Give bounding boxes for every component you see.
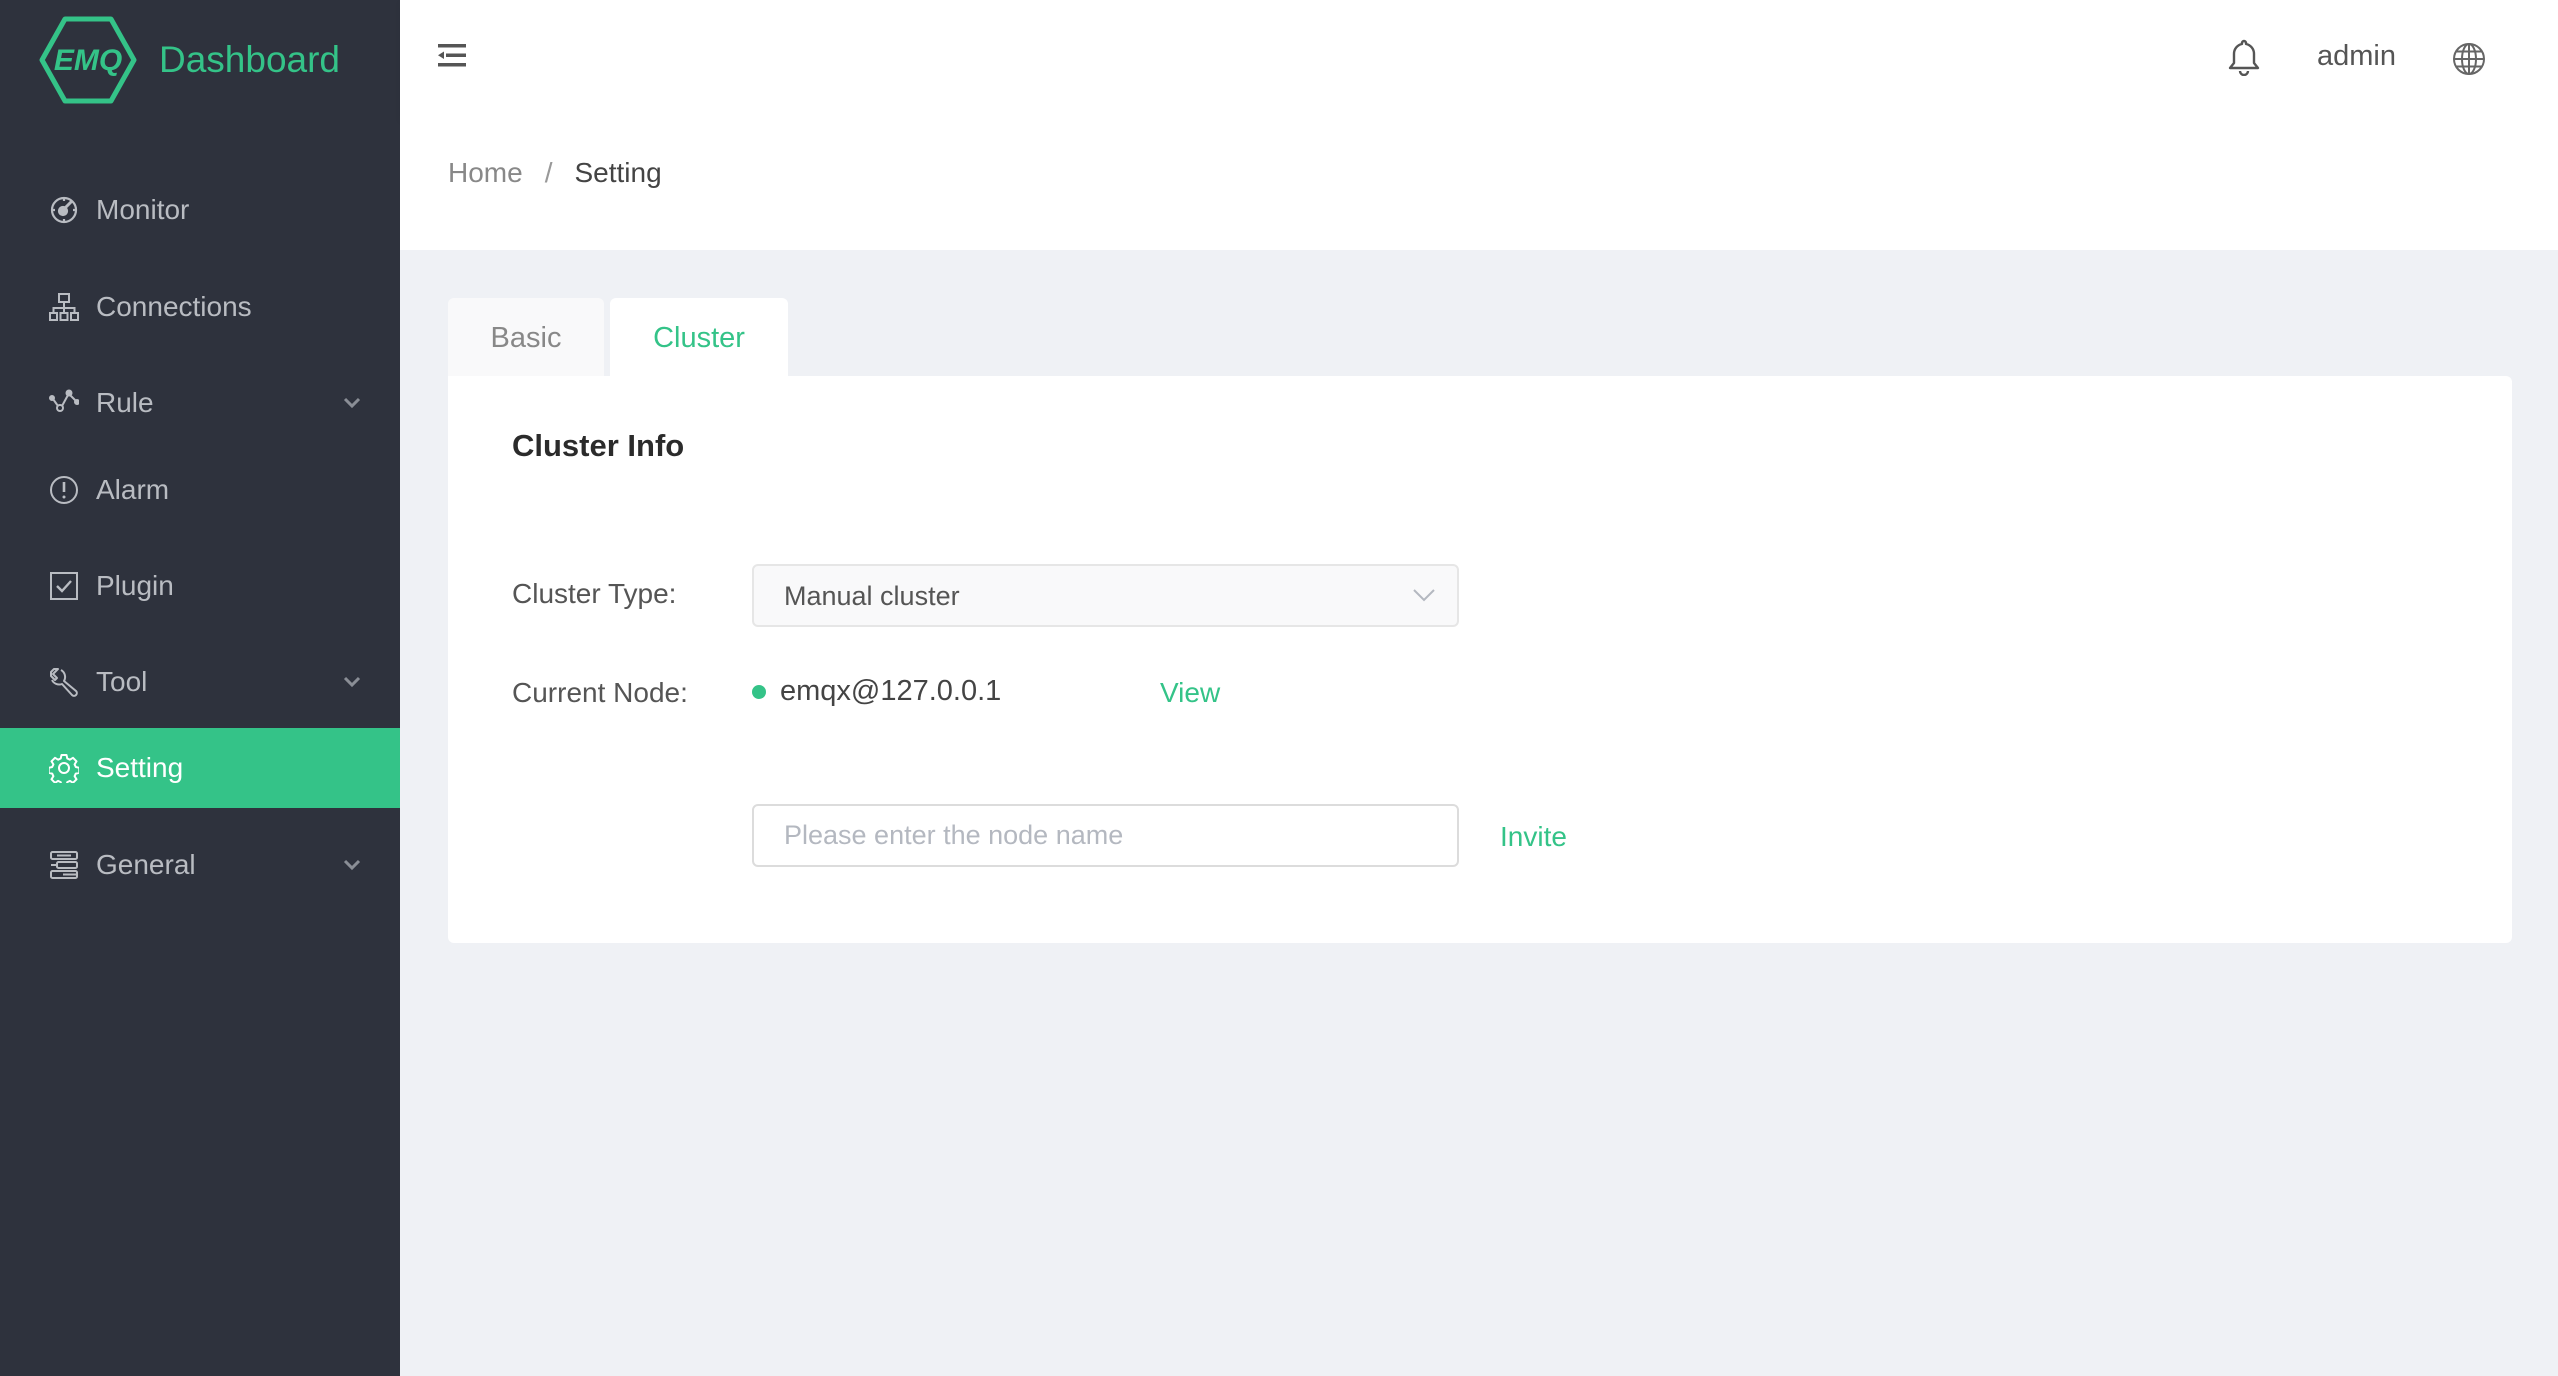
connections-tree-icon [48, 291, 80, 323]
tab-basic[interactable]: Basic [448, 298, 604, 378]
sidebar-item-label: Connections [96, 291, 252, 322]
sidebar-item-setting[interactable]: Setting [0, 728, 400, 808]
sidebar-item-label: Monitor [96, 194, 190, 225]
chevron-down-icon [343, 397, 361, 409]
logo[interactable]: EMQ Dashboard [38, 14, 340, 106]
emq-logo-icon: EMQ [39, 16, 137, 104]
top-header: admin [400, 0, 2558, 120]
plugin-checkbox-icon [48, 570, 80, 602]
breadcrumb-current: Setting [574, 157, 662, 188]
sidebar-item-label: Tool [96, 666, 148, 697]
sidebar-item-general[interactable]: General [0, 825, 400, 905]
chevron-down-icon [343, 676, 361, 688]
sidebar-item-monitor[interactable]: Monitor [0, 170, 400, 250]
current-node-value: emqx@127.0.0.1 [780, 675, 1002, 707]
view-node-link[interactable]: View [1160, 677, 1220, 709]
svg-text:EMQ: EMQ [54, 44, 122, 77]
sidebar-item-label: Rule [96, 387, 154, 418]
current-node: emqx@127.0.0.1 [752, 675, 1001, 708]
collapse-menu-icon[interactable] [438, 44, 466, 68]
bell-icon[interactable] [2227, 38, 2261, 76]
cluster-info-card: Cluster Info Cluster Type: Manual cluste… [448, 376, 2512, 943]
monitor-gauge-icon [48, 194, 80, 226]
user-menu[interactable]: admin [2317, 40, 2396, 73]
cluster-type-select[interactable]: Manual cluster [752, 564, 1459, 627]
chevron-down-icon [1413, 589, 1435, 602]
sidebar-item-label: General [96, 849, 196, 880]
globe-icon[interactable] [2452, 42, 2486, 76]
sidebar-item-label: Plugin [96, 570, 174, 601]
card-title: Cluster Info [512, 428, 685, 463]
sidebar-item-tool[interactable]: Tool [0, 642, 400, 722]
breadcrumb-bar: Home / Setting [400, 120, 2558, 250]
breadcrumb-separator: / [544, 157, 553, 188]
tab-cluster[interactable]: Cluster [610, 298, 788, 378]
chevron-down-icon [343, 859, 361, 871]
cluster-type-label: Cluster Type: [512, 578, 677, 609]
current-node-label: Current Node: [512, 677, 688, 708]
breadcrumb: Home / Setting [448, 157, 662, 189]
cluster-type-value: Manual cluster [784, 581, 960, 611]
sidebar-item-label: Alarm [96, 474, 170, 505]
alarm-exclamation-icon [48, 474, 80, 506]
sidebar-item-plugin[interactable]: Plugin [0, 546, 400, 626]
invite-button[interactable]: Invite [1500, 821, 1567, 853]
setting-gear-icon [48, 752, 80, 784]
general-stack-icon [48, 849, 80, 881]
sidebar-item-alarm[interactable]: Alarm [0, 450, 400, 530]
sidebar: EMQ Dashboard Monitor Connections Rule A… [0, 0, 400, 1376]
sidebar-item-rule[interactable]: Rule [0, 363, 400, 443]
app-title: Dashboard [159, 39, 341, 80]
breadcrumb-home[interactable]: Home [448, 157, 523, 188]
node-name-input[interactable] [752, 804, 1459, 867]
sidebar-item-connections[interactable]: Connections [0, 267, 400, 347]
sidebar-item-label: Setting [96, 752, 184, 783]
tool-wrench-icon [48, 666, 80, 698]
node-status-dot [752, 684, 766, 699]
rule-nodes-icon [48, 387, 80, 419]
